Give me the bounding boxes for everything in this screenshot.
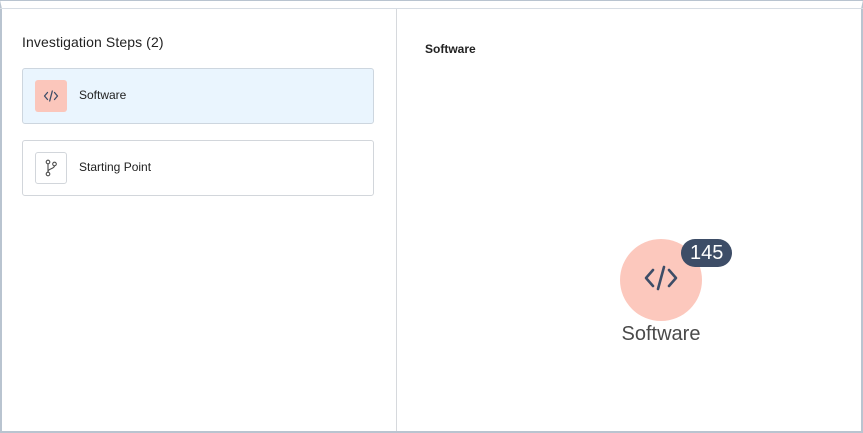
step-detail-panel: Software 145 Software xyxy=(398,9,861,431)
code-icon xyxy=(35,80,67,112)
node-count-badge: 145 xyxy=(681,239,733,267)
detail-panel-title: Software xyxy=(425,42,476,56)
step-item-starting-point[interactable]: Starting Point xyxy=(22,140,374,196)
step-item-software[interactable]: Software xyxy=(22,68,374,124)
node-label: Software xyxy=(621,323,701,345)
steps-panel-title: Investigation Steps (2) xyxy=(22,34,164,50)
code-icon xyxy=(643,263,679,298)
step-label: Software xyxy=(79,88,127,102)
step-label: Starting Point xyxy=(79,160,152,174)
branch-icon xyxy=(35,152,67,184)
investigation-steps-panel: Investigation Steps (2) Software Startin… xyxy=(2,9,397,431)
